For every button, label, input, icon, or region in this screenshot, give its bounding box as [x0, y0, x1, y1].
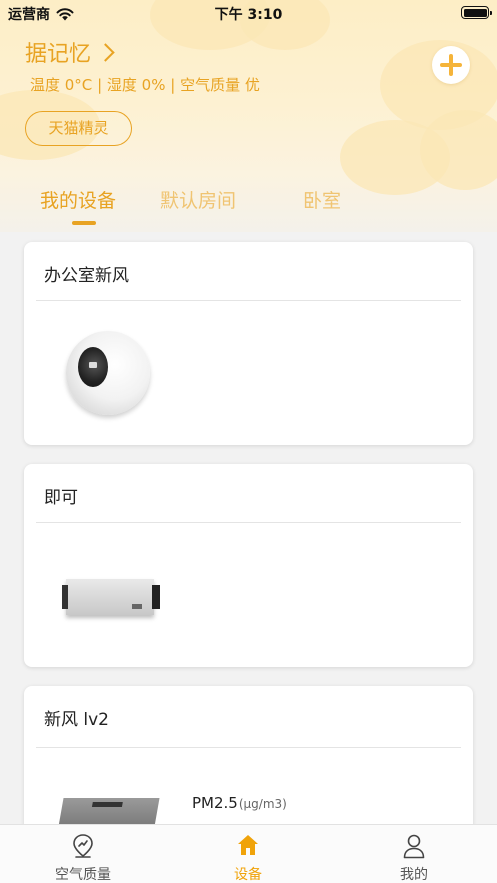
tab-my-devices[interactable]: 我的设备 [40, 186, 116, 213]
chevron-right-icon [96, 42, 115, 62]
home-icon [238, 835, 258, 855]
divider [36, 300, 461, 301]
device-card[interactable]: 办公室新风 [24, 242, 473, 445]
ventilator-unit-image [62, 579, 160, 615]
air-quality-value: 空气质量 优 [180, 76, 260, 94]
device-name: 新风 lv2 [44, 710, 110, 730]
battery-icon [461, 6, 492, 19]
nav-air-quality[interactable]: 空气质量 [23, 825, 143, 883]
user-icon [403, 834, 425, 859]
home-selector[interactable]: 据记忆 [25, 36, 115, 68]
nav-profile[interactable]: 我的 [354, 825, 474, 883]
status-bar: 运营商 下午 3:10 [0, 0, 497, 26]
device-name: 办公室新风 [44, 266, 129, 286]
air-quality-icon [73, 834, 93, 858]
device-card[interactable]: 即可 [24, 464, 473, 667]
nav-devices[interactable]: 设备 [188, 825, 308, 883]
nav-label: 空气质量 [55, 867, 111, 883]
divider [36, 522, 461, 523]
separator: | [165, 76, 181, 94]
tab-bedroom[interactable]: 卧室 [303, 186, 341, 213]
nav-label: 我的 [400, 867, 428, 883]
device-name: 即可 [44, 488, 78, 508]
temperature-value: 温度 0°C [30, 76, 93, 94]
separator: | [92, 76, 107, 94]
spherical-air-purifier-image [66, 331, 150, 415]
home-name: 据记忆 [25, 42, 92, 67]
active-tab-indicator [72, 221, 96, 225]
environment-summary: 温度 0°C | 湿度 0% | 空气质量 优 [30, 74, 260, 95]
nav-label: 设备 [234, 867, 262, 883]
tab-default-room[interactable]: 默认房间 [160, 186, 236, 213]
status-time: 下午 3:10 [214, 7, 283, 23]
pm25-label: PM2.5(μg/m3) [192, 794, 287, 812]
pm25-unit: (μg/m3) [238, 797, 287, 811]
tmall-genie-button[interactable]: 天猫精灵 [25, 111, 132, 146]
pm25-text: PM2.5 [192, 794, 238, 812]
bottom-navigation: 空气质量 设备 我的 [0, 824, 497, 883]
humidity-value: 湿度 0% [106, 76, 166, 94]
divider [36, 747, 461, 748]
add-device-button[interactable] [432, 46, 470, 84]
